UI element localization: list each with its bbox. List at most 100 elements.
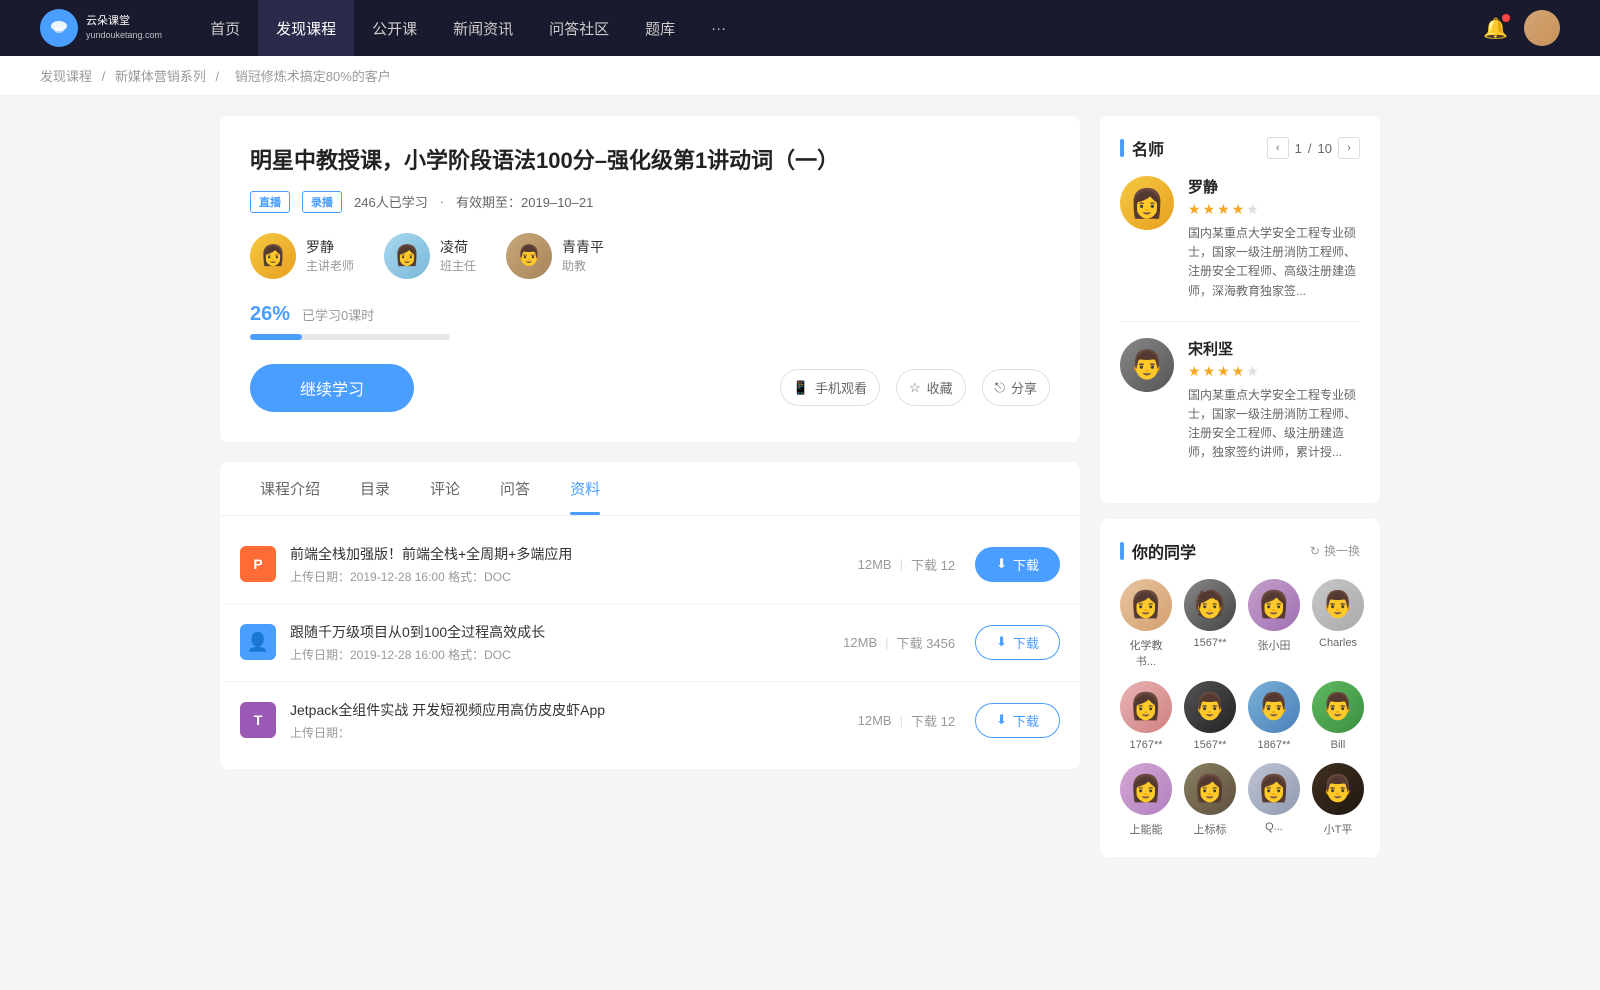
classmate-3[interactable]: 👩 张小田 [1248,579,1300,669]
teacher-1-role: 主讲老师 [306,257,354,274]
classmate-12-name: 小T平 [1324,821,1353,837]
action-row: 继续学习 📱 手机观看 ☆ 收藏 ⎋ 分享 [250,364,1050,412]
file-stats-1: 12MB | 下载 12 [858,555,955,574]
classmate-3-name: 张小田 [1258,637,1291,653]
classmate-5-avatar: 👩 [1120,681,1172,733]
progress-bar-fill [250,334,302,340]
refresh-icon: ↻ [1310,544,1320,558]
file-info-1: 前端全栈加强版！前端全栈+全周期+多端应用 上传日期：2019-12-28 16… [290,544,858,585]
classmate-8-name: Bill [1331,739,1346,751]
tab-qa[interactable]: 问答 [480,462,550,515]
file-size-1: 12MB [858,557,892,572]
classmate-10[interactable]: 👩 上标标 [1184,763,1236,837]
classmate-9[interactable]: 👩 上能能 [1120,763,1172,837]
classmate-11[interactable]: 👩 Q... [1248,763,1300,837]
share-button[interactable]: ⎋ 分享 [982,369,1050,406]
classmate-12[interactable]: 👨 小T平 [1312,763,1364,837]
classmate-4-name: Charles [1319,637,1357,649]
teacher-2: 👩 凌荷 班主任 [384,233,476,279]
file-size-2: 12MB [843,635,877,650]
classmate-2[interactable]: 🧑 1567** [1184,579,1236,669]
breadcrumb-link-1[interactable]: 发现课程 [40,69,92,84]
nav-open[interactable]: 公开课 [354,0,435,56]
tab-intro[interactable]: 课程介绍 [240,462,340,515]
learners-count: 246人已学习 [354,192,428,211]
teachers-pagination: ‹ 1 / 10 › [1267,137,1360,159]
classmate-10-name: 上标标 [1194,821,1227,837]
collect-label: 收藏 [927,378,953,397]
nav-news[interactable]: 新闻资讯 [435,0,531,56]
file-info-2: 跟随千万级项目从0到100全过程高效成长 上传日期：2019-12-28 16:… [290,622,843,663]
bell-icon[interactable]: 🔔 [1483,16,1508,41]
classmate-6-name: 1567** [1193,739,1226,751]
progress-bar-bg [250,334,450,340]
next-page-btn[interactable]: › [1338,137,1360,159]
file-downloads-3: 下载 12 [911,711,955,730]
file-icon-2: 👤 [240,624,276,660]
classmate-9-name: 上能能 [1130,821,1163,837]
nav-more[interactable]: ··· [693,0,744,56]
nav-qa[interactable]: 问答社区 [531,0,627,56]
classmate-7[interactable]: 👨 1867** [1248,681,1300,751]
file-info-3: Jetpack全组件实战 开发短视频应用高仿皮皮虾App 上传日期： [290,700,858,741]
teacher-panel-2-stars: ★ ★ ★ ★ ★ [1188,363,1360,380]
nav-discover[interactable]: 发现课程 [258,0,354,56]
file-list: P 前端全栈加强版！前端全栈+全周期+多端应用 上传日期：2019-12-28 … [220,516,1080,769]
refresh-classmates-btn[interactable]: ↻ 换一换 [1310,542,1360,559]
teacher-panel-1: 👩 罗静 ★ ★ ★ ★ ★ 国内某重点大学安全工程专业硕士，国家一级注册消防工… [1120,176,1360,301]
phone-watch-button[interactable]: 📱 手机观看 [780,369,880,406]
file-item-1: P 前端全栈加强版！前端全栈+全周期+多端应用 上传日期：2019-12-28 … [220,526,1080,604]
badge-live: 直播 [250,191,290,213]
tab-catalog[interactable]: 目录 [340,462,410,515]
file-meta-1: 上传日期：2019-12-28 16:00 格式：DOC [290,568,858,585]
share-label: 分享 [1011,378,1037,397]
progress-label: 26% 已学习0课时 [250,303,1050,326]
classmate-8-avatar: 👨 [1312,681,1364,733]
file-stats-2: 12MB | 下载 3456 [843,633,955,652]
classmate-10-avatar: 👩 [1184,763,1236,815]
classmate-1[interactable]: 👩 化学教书... [1120,579,1172,669]
teacher-3: 👨 青青平 助教 [506,233,604,279]
classmate-8[interactable]: 👨 Bill [1312,681,1364,751]
teacher-2-name: 凌荷 [440,237,476,257]
classmate-5[interactable]: 👩 1767** [1120,681,1172,751]
teacher-panel-2-name: 宋利坚 [1188,338,1360,359]
progress-text: 已学习0课时 [302,305,374,324]
prev-page-btn[interactable]: ‹ [1267,137,1289,159]
download-icon-3: ⬇ [996,712,1007,728]
continue-button[interactable]: 继续学习 [250,364,414,412]
collect-button[interactable]: ☆ 收藏 [896,369,966,406]
breadcrumb-current: 销冠修炼术搞定80%的客户 [235,69,391,84]
classmate-2-avatar: 🧑 [1184,579,1236,631]
classmate-4[interactable]: 👨 Charles [1312,579,1364,669]
user-avatar-nav[interactable] [1524,10,1560,46]
classmate-7-name: 1867** [1257,739,1290,751]
navbar: 云朵课堂yundouketang.com 首页 发现课程 公开课 新闻资讯 问答… [0,0,1600,56]
tab-materials[interactable]: 资料 [550,462,620,515]
nav-quiz[interactable]: 题库 [627,0,693,56]
download-btn-3[interactable]: ⬇ 下载 [975,703,1060,738]
classmate-2-name: 1567** [1193,637,1226,649]
file-stats-3: 12MB | 下载 12 [858,711,955,730]
logo-icon [40,9,78,47]
course-meta: 直播 录播 246人已学习 · 有效期至：2019–10–21 [250,191,1050,213]
nav-home[interactable]: 首页 [192,0,258,56]
download-btn-1[interactable]: ⬇ 下载 [975,547,1060,582]
course-card: 明星中教授课，小学阶段语法100分–强化级第1讲动词（一） 直播 录播 246人… [220,116,1080,442]
teacher-panel-2-info: 宋利坚 ★ ★ ★ ★ ★ 国内某重点大学安全工程专业硕士，国家一级注册消防工程… [1188,338,1360,463]
phone-watch-label: 手机观看 [815,378,867,397]
breadcrumb-link-2[interactable]: 新媒体营销系列 [115,69,206,84]
classmate-6[interactable]: 👨 1567** [1184,681,1236,751]
tab-review[interactable]: 评论 [410,462,480,515]
file-name-1: 前端全栈加强版！前端全栈+全周期+多端应用 [290,544,858,564]
classmates-section: 你的同学 ↻ 换一换 👩 化学教书... 🧑 1567** [1100,519,1380,857]
breadcrumb-sep-1: / [102,69,109,84]
classmate-6-avatar: 👨 [1184,681,1236,733]
tabs-card: 课程介绍 目录 评论 问答 资料 P 前端全栈加强版！前端全栈+全周期+多端应用… [220,462,1080,769]
teacher-1: 👩 罗静 主讲老师 [250,233,354,279]
teacher-panel-1-info: 罗静 ★ ★ ★ ★ ★ 国内某重点大学安全工程专业硕士，国家一级注册消防工程师… [1188,176,1360,301]
logo[interactable]: 云朵课堂yundouketang.com [40,9,162,47]
refresh-label: 换一换 [1324,542,1360,559]
file-downloads-1: 下载 12 [911,555,955,574]
download-btn-2[interactable]: ⬇ 下载 [975,625,1060,660]
